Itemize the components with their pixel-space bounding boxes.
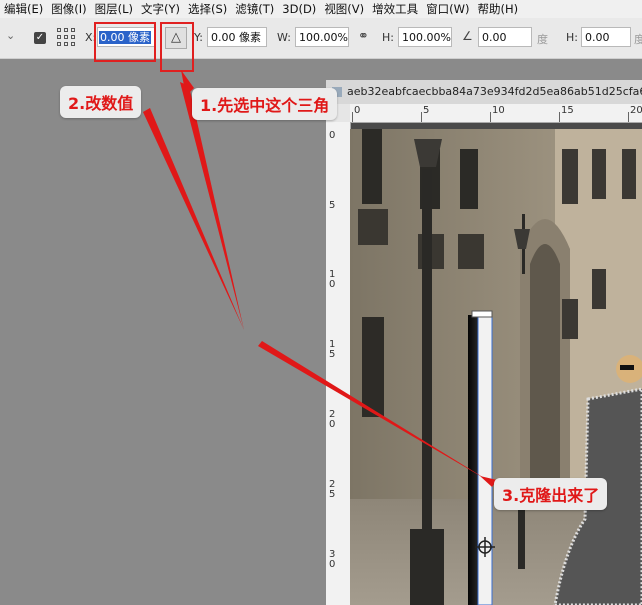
ruler-v-label: 30: [329, 549, 336, 570]
document-tab[interactable]: aeb32eabfcaecbba84a73e934fd2d5ea86ab51d2…: [326, 80, 642, 105]
h2-label: H:: [566, 31, 578, 44]
h-input[interactable]: 100.00%: [398, 27, 452, 47]
checkbox-icon[interactable]: ✓: [34, 32, 46, 44]
menu-help[interactable]: 帮助(H): [474, 1, 523, 17]
horizontal-ruler[interactable]: 0 5 10 15 20: [350, 104, 642, 123]
angle-unit: 度: [537, 33, 548, 46]
menu-filter[interactable]: 滤镜(T): [231, 1, 278, 17]
ruler-v-label: 5: [329, 200, 336, 211]
menu-window[interactable]: 窗口(W): [422, 1, 473, 17]
reference-point-grid-icon[interactable]: [57, 28, 75, 46]
tool-preset-chevron-icon[interactable]: ⌄: [6, 29, 15, 42]
callout-step3: 3.克隆出来了: [494, 478, 608, 510]
h-label: H:: [382, 31, 394, 44]
document-title: aeb32eabfcaecbba84a73e934fd2d5ea86ab51d2…: [347, 85, 642, 98]
ruler-v-label: 10: [329, 269, 336, 290]
w-input[interactable]: 100.00%: [295, 27, 349, 47]
ruler-h-label: 0: [354, 105, 361, 116]
callout-step2: 2.改数值: [60, 86, 142, 118]
arrow-step2: [143, 108, 244, 330]
vertical-ruler[interactable]: 0 5 10 15 20 25 30: [326, 122, 351, 605]
menu-layer[interactable]: 图层(L): [91, 1, 137, 17]
w-label: W:: [277, 31, 291, 44]
menu-view[interactable]: 视图(V): [320, 1, 368, 17]
ruler-v-label: 20: [329, 409, 336, 430]
menu-bar: 编辑(E) 图像(I) 图层(L) 文字(Y) 选择(S) 滤镜(T) 3D(D…: [0, 0, 642, 18]
street-photo: [350, 129, 642, 605]
rotate-angle-icon: ∠: [462, 29, 473, 43]
menu-plugins[interactable]: 增效工具: [368, 1, 422, 17]
menu-type[interactable]: 文字(Y): [137, 1, 184, 17]
menu-select[interactable]: 选择(S): [184, 1, 231, 17]
menu-3d[interactable]: 3D(D): [278, 2, 320, 16]
highlight-box-triangle: [160, 22, 194, 72]
ruler-h-label: 10: [492, 105, 505, 116]
ruler-h-label: 5: [423, 105, 430, 116]
h-skew-unit: 度: [634, 33, 642, 46]
h-skew-input[interactable]: 0.00: [581, 27, 631, 47]
menu-image[interactable]: 图像(I): [47, 1, 90, 17]
callout-step1: 1.先选中这个三角: [192, 88, 338, 120]
ruler-v-label: 15: [329, 339, 336, 360]
ruler-h-label: 15: [561, 105, 574, 116]
y-label: Y:: [194, 31, 203, 44]
angle-input[interactable]: 0.00: [478, 27, 532, 47]
highlight-box-x-input: [94, 22, 156, 62]
menu-edit[interactable]: 编辑(E): [0, 1, 47, 17]
ruler-h-label: 20: [630, 105, 642, 116]
ruler-v-label: 0: [329, 130, 336, 141]
ruler-v-label: 25: [329, 479, 336, 500]
link-icon[interactable]: ⚭: [358, 29, 369, 44]
photo-canvas[interactable]: [350, 129, 642, 605]
y-input[interactable]: 0.00 像素: [207, 27, 267, 47]
document-window: aeb32eabfcaecbba84a73e934fd2d5ea86ab51d2…: [326, 80, 642, 605]
